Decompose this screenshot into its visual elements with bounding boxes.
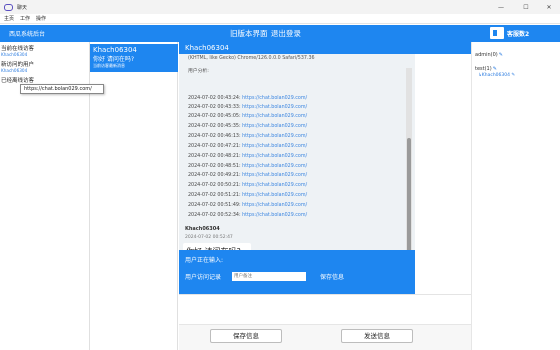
menu-work[interactable]: 工作 bbox=[20, 15, 30, 22]
old-version-link[interactable]: 旧版本界面 bbox=[230, 29, 268, 38]
section-new-visitors[interactable]: 新访问的用户 bbox=[0, 60, 89, 68]
chat-area: Khach06304 (KHTML, like Gecko) Chrome/12… bbox=[179, 42, 471, 350]
send-message-button[interactable]: 发送信息 bbox=[341, 329, 413, 343]
app-header: 西瓜系统后台 旧版本界面 退出登录 客服数2 bbox=[0, 25, 560, 42]
speaker-icon bbox=[490, 27, 504, 39]
message-sender: Khach06304 bbox=[185, 226, 220, 232]
save-note-link[interactable]: 保存信息 bbox=[320, 272, 344, 281]
new-visitor-item[interactable]: Khach06304 bbox=[0, 68, 89, 73]
section-offline-visitors[interactable]: 已经离线访客 bbox=[0, 76, 89, 84]
window-title: 聊天 bbox=[17, 4, 28, 11]
minimize-button[interactable]: — bbox=[490, 0, 512, 14]
message-time: 2024-07-02 00:52:47 bbox=[185, 235, 233, 240]
log-entry: 2024-07-02 00:45:35: https://chat.bolan0… bbox=[188, 124, 308, 129]
maximize-button[interactable]: ☐ bbox=[515, 0, 537, 14]
menu-home[interactable]: 主页 bbox=[4, 15, 14, 22]
user-note-input[interactable] bbox=[232, 272, 306, 281]
message-compose-area[interactable] bbox=[179, 294, 471, 324]
typing-label: 用户正在输入: bbox=[185, 257, 224, 264]
user-agent-line: (KHTML, like Gecko) Chrome/126.0.0.0 Saf… bbox=[188, 56, 315, 61]
agent-admin[interactable]: admin(0)✎ bbox=[475, 52, 503, 58]
visit-record-link[interactable]: 用户访问记录 bbox=[185, 272, 221, 281]
save-info-button[interactable]: 保存信息 bbox=[210, 329, 282, 343]
log-entry: 2024-07-02 00:46:13: https://chat.bolan0… bbox=[188, 134, 308, 139]
agent-list-panel: admin(0)✎ test(1)✎ ↳Khach06304 ✎ bbox=[471, 42, 560, 350]
edit-icon[interactable]: ✎ bbox=[493, 66, 497, 72]
conversation-last-message: 你好 请问在吗? bbox=[93, 56, 135, 63]
logout-link[interactable]: 退出登录 bbox=[271, 29, 301, 38]
log-entry: 2024-07-02 00:51:49: https://chat.bolan0… bbox=[188, 203, 308, 208]
agent-test[interactable]: test(1)✎ bbox=[475, 66, 497, 72]
menu-bar: 主页 工作 操作 bbox=[0, 14, 560, 24]
log-entry: 2024-07-02 00:50:21: https://chat.bolan0… bbox=[188, 183, 308, 188]
chat-header: Khach06304 bbox=[179, 42, 471, 54]
log-entry: 2024-07-02 00:47:21: https://chat.bolan0… bbox=[188, 144, 308, 149]
user-analysis-label: 用户分析: bbox=[188, 69, 209, 74]
close-button[interactable]: ✕ bbox=[538, 0, 560, 14]
log-entry: 2024-07-02 00:48:21: https://chat.bolan0… bbox=[188, 154, 308, 159]
menu-operate[interactable]: 操作 bbox=[36, 15, 46, 22]
conversation-status: 当前访客最新消息 bbox=[93, 63, 125, 68]
service-indicator[interactable]: 客服数2 bbox=[490, 27, 529, 39]
title-bar: 聊天 — ☐ ✕ bbox=[0, 0, 560, 14]
action-bar: 保存信息 发送信息 bbox=[179, 324, 471, 350]
section-online-visitors[interactable]: 当前在线访客 bbox=[0, 44, 89, 52]
log-entry: 2024-07-02 00:45:05: https://chat.bolan0… bbox=[188, 114, 308, 119]
log-entry: 2024-07-02 00:43:33: https://chat.bolan0… bbox=[188, 105, 308, 110]
log-entry: 2024-07-02 00:43:24: https://chat.bolan0… bbox=[188, 96, 308, 101]
agent-test-visitor[interactable]: ↳Khach06304 ✎ bbox=[478, 73, 515, 78]
chat-app-icon bbox=[4, 3, 13, 11]
log-entry: 2024-07-02 00:52:34: https://chat.bolan0… bbox=[188, 213, 308, 218]
online-visitor-item[interactable]: Khach06304 bbox=[0, 52, 89, 57]
brand-label: 西瓜系统后台 bbox=[9, 31, 46, 38]
service-count: 客服数2 bbox=[507, 30, 530, 38]
log-entry: 2024-07-02 00:48:51: https://chat.bolan0… bbox=[188, 164, 308, 169]
log-entry: 2024-07-02 00:49:21: https://chat.bolan0… bbox=[188, 173, 308, 178]
log-entry: 2024-07-02 00:51:21: https://chat.bolan0… bbox=[188, 193, 308, 198]
conversation-item[interactable]: Khach06304 你好 请问在吗? 当前访客最新消息 bbox=[90, 44, 178, 72]
edit-icon[interactable]: ✎ bbox=[499, 52, 503, 58]
url-tooltip: https://chat.bolan029.com/ bbox=[20, 84, 104, 94]
scrollbar-thumb[interactable] bbox=[407, 138, 411, 256]
visitor-info-panel: 用户正在输入: 用户访问记录 保存信息 bbox=[179, 250, 415, 294]
header-links: 旧版本界面 退出登录 bbox=[230, 28, 302, 39]
edit-icon[interactable]: ✎ bbox=[511, 73, 515, 78]
conversation-name: Khach06304 bbox=[93, 46, 137, 54]
